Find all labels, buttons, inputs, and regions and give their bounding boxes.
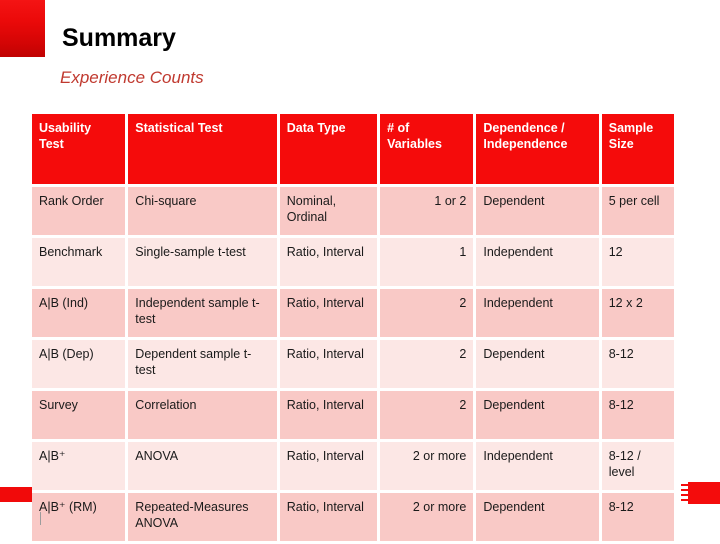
cell-usability-test: Benchmark xyxy=(32,238,126,286)
page-subtitle: Experience Counts xyxy=(60,68,204,87)
cell-sample-size: 5 per cell xyxy=(601,187,674,235)
cell-usability-test: Survey xyxy=(32,391,126,439)
cell-dependence: Dependent xyxy=(476,493,599,541)
cell-statistical-test: Single-sample t-test xyxy=(128,238,277,286)
cell-num-variables: 2 xyxy=(380,391,474,439)
cell-data-type: Ratio, Interval xyxy=(279,238,378,286)
cell-usability-test: A|B⁺ (RM) xyxy=(32,493,126,541)
cell-num-variables: 2 xyxy=(380,340,474,388)
cell-sample-size: 12 xyxy=(601,238,674,286)
cell-dependence: Dependent xyxy=(476,187,599,235)
table-header: Usability Test Statistical Test Data Typ… xyxy=(32,114,674,184)
column-header-num-variables: # of Variables xyxy=(380,114,474,184)
table-row: A|B⁺ ANOVA Ratio, Interval 2 or more Ind… xyxy=(32,442,674,490)
cell-sample-size: 8-12 / level xyxy=(601,442,674,490)
cell-statistical-test: Chi-square xyxy=(128,187,277,235)
cell-usability-test: A|B (Dep) xyxy=(32,340,126,388)
cell-num-variables: 2 or more xyxy=(380,493,474,541)
cell-data-type: Ratio, Interval xyxy=(279,391,378,439)
column-header-data-type: Data Type xyxy=(279,114,378,184)
cell-usability-test: Rank Order xyxy=(32,187,126,235)
cell-data-type: Ratio, Interval xyxy=(279,340,378,388)
cell-data-type: Ratio, Interval xyxy=(279,289,378,337)
corner-accent-block xyxy=(0,0,45,57)
left-accent-bar xyxy=(0,487,32,502)
cell-statistical-test: Dependent sample t-test xyxy=(128,340,277,388)
cell-dependence: Independent xyxy=(476,289,599,337)
cell-dependence: Dependent xyxy=(476,391,599,439)
cell-usability-test: A|B⁺ xyxy=(32,442,126,490)
cell-num-variables: 2 or more xyxy=(380,442,474,490)
cell-data-type: Ratio, Interval xyxy=(279,493,378,541)
table-row: A|B (Ind) Independent sample t-test Rati… xyxy=(32,289,674,337)
right-accent-bar xyxy=(688,482,720,504)
table-row: A|B (Dep) Dependent sample t-test Ratio,… xyxy=(32,340,674,388)
footer-tick-mark xyxy=(40,512,41,525)
cell-statistical-test: Correlation xyxy=(128,391,277,439)
cell-num-variables: 2 xyxy=(380,289,474,337)
table-header-row: Usability Test Statistical Test Data Typ… xyxy=(32,114,674,184)
cell-data-type: Nominal, Ordinal xyxy=(279,187,378,235)
column-header-usability-test: Usability Test xyxy=(32,114,126,184)
summary-table: Usability Test Statistical Test Data Typ… xyxy=(29,111,677,544)
cell-dependence: Dependent xyxy=(476,340,599,388)
column-header-dependence: Dependence / Independence xyxy=(476,114,599,184)
cell-statistical-test: ANOVA xyxy=(128,442,277,490)
table-row: Rank Order Chi-square Nominal, Ordinal 1… xyxy=(32,187,674,235)
column-header-sample-size: Sample Size xyxy=(601,114,674,184)
cell-sample-size: 12 x 2 xyxy=(601,289,674,337)
table-row: Survey Correlation Ratio, Interval 2 Dep… xyxy=(32,391,674,439)
table-row: Benchmark Single-sample t-test Ratio, In… xyxy=(32,238,674,286)
cell-statistical-test: Repeated-Measures ANOVA xyxy=(128,493,277,541)
cell-num-variables: 1 or 2 xyxy=(380,187,474,235)
cell-statistical-test: Independent sample t-test xyxy=(128,289,277,337)
page-title: Summary xyxy=(62,24,176,52)
column-header-statistical-test: Statistical Test xyxy=(128,114,277,184)
cell-sample-size: 8-12 xyxy=(601,391,674,439)
cell-sample-size: 8-12 xyxy=(601,340,674,388)
cell-dependence: Independent xyxy=(476,442,599,490)
cell-sample-size: 8-12 xyxy=(601,493,674,541)
summary-table-container: Usability Test Statistical Test Data Typ… xyxy=(32,114,680,541)
cell-num-variables: 1 xyxy=(380,238,474,286)
cell-dependence: Independent xyxy=(476,238,599,286)
table-row: A|B⁺ (RM) Repeated-Measures ANOVA Ratio,… xyxy=(32,493,674,541)
cell-usability-test: A|B (Ind) xyxy=(32,289,126,337)
cell-data-type: Ratio, Interval xyxy=(279,442,378,490)
table-body: Rank Order Chi-square Nominal, Ordinal 1… xyxy=(32,187,674,541)
